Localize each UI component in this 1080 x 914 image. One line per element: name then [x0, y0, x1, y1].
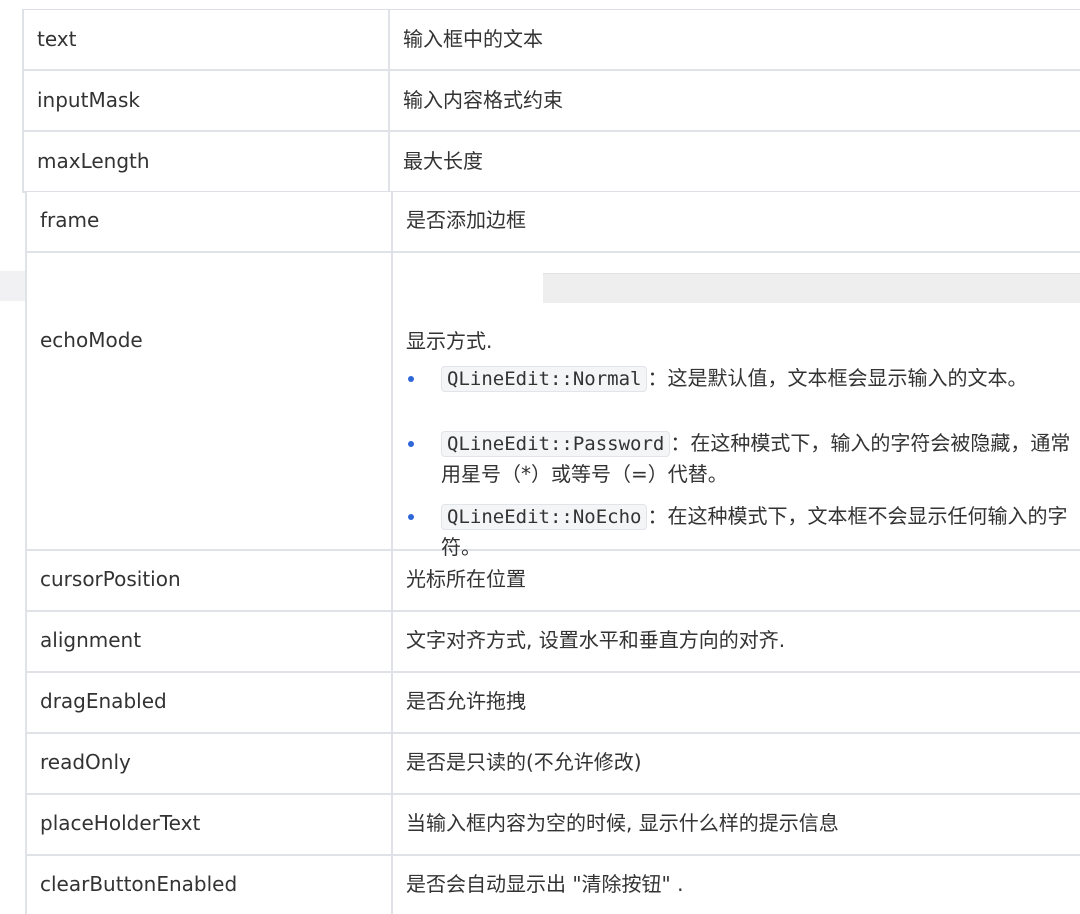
document-page: text 输入框中的文本 inputMask 输入内容格式约束 maxLengt…: [0, 0, 1080, 914]
list-item: QLineEdit::NoEcho ：在这种模式下，文本框不会显示任何输入的字符。: [393, 501, 1080, 562]
table-row: text 输入框中的文本: [22, 10, 1080, 71]
property-description: 当输入框内容为空的时候, 显示什么样的提示信息: [406, 811, 839, 835]
table-row: placeHolderText 当输入框内容为空的时候, 显示什么样的提示信息: [25, 795, 1080, 856]
property-table-top: text 输入框中的文本 inputMask 输入内容格式约束 maxLengt…: [22, 9, 1080, 193]
property-name: frame: [25, 192, 393, 251]
horizontal-scrollbar[interactable]: [543, 273, 1080, 303]
property-description: 文字对齐方式, 设置水平和垂直方向的对齐.: [406, 628, 786, 652]
property-name: echoMode: [25, 253, 393, 549]
table-row: inputMask 输入内容格式约束: [22, 71, 1080, 132]
property-description: 是否允许拖拽: [406, 689, 526, 713]
property-description: 输入内容格式约束: [403, 88, 563, 112]
property-description: 是否添加边框: [406, 208, 526, 232]
property-name: placeHolderText: [25, 795, 393, 854]
table-row: frame 是否添加边框: [25, 192, 1080, 253]
property-description: 最大长度: [403, 149, 483, 173]
table-row: dragEnabled 是否允许拖拽: [25, 673, 1080, 734]
left-edge-strip: [0, 271, 25, 301]
property-name: maxLength: [22, 132, 390, 191]
table-row: clearButtonEnabled 是否会自动显示出 "清除按钮" .: [25, 856, 1080, 914]
code-inline: QLineEdit::NoEcho: [441, 504, 648, 530]
code-inline: QLineEdit::Password: [441, 431, 671, 457]
list-item: QLineEdit::Password ：在这种模式下，输入的字符会被隐藏，通常用…: [393, 428, 1080, 489]
property-name: dragEnabled: [25, 673, 393, 732]
table-row: alignment 文字对齐方式, 设置水平和垂直方向的对齐.: [25, 612, 1080, 673]
property-name: readOnly: [25, 734, 393, 793]
property-description: 是否会自动显示出 "清除按钮" .: [406, 872, 684, 896]
code-inline: QLineEdit::Normal: [441, 366, 648, 392]
list-item: QLineEdit::Normal ：这是默认值，文本框会显示输入的文本。: [393, 363, 1080, 394]
table-row: readOnly 是否是只读的(不允许修改): [25, 734, 1080, 795]
list-item-text: ：这是默认值，文本框会显示输入的文本。: [647, 366, 1028, 390]
property-name: inputMask: [22, 71, 390, 130]
property-name: text: [22, 10, 390, 69]
table-row: maxLength 最大长度: [22, 132, 1080, 193]
echo-mode-list: QLineEdit::Normal ：这是默认值，文本框会显示输入的文本。 QLi…: [393, 363, 1080, 562]
property-name: alignment: [25, 612, 393, 671]
property-description: 是否是只读的(不允许修改): [406, 750, 642, 774]
property-description: 输入框中的文本: [403, 27, 543, 51]
property-name: cursorPosition: [25, 551, 393, 610]
property-name: clearButtonEnabled: [25, 856, 393, 914]
echo-mode-description: 显示方式.: [406, 329, 493, 353]
